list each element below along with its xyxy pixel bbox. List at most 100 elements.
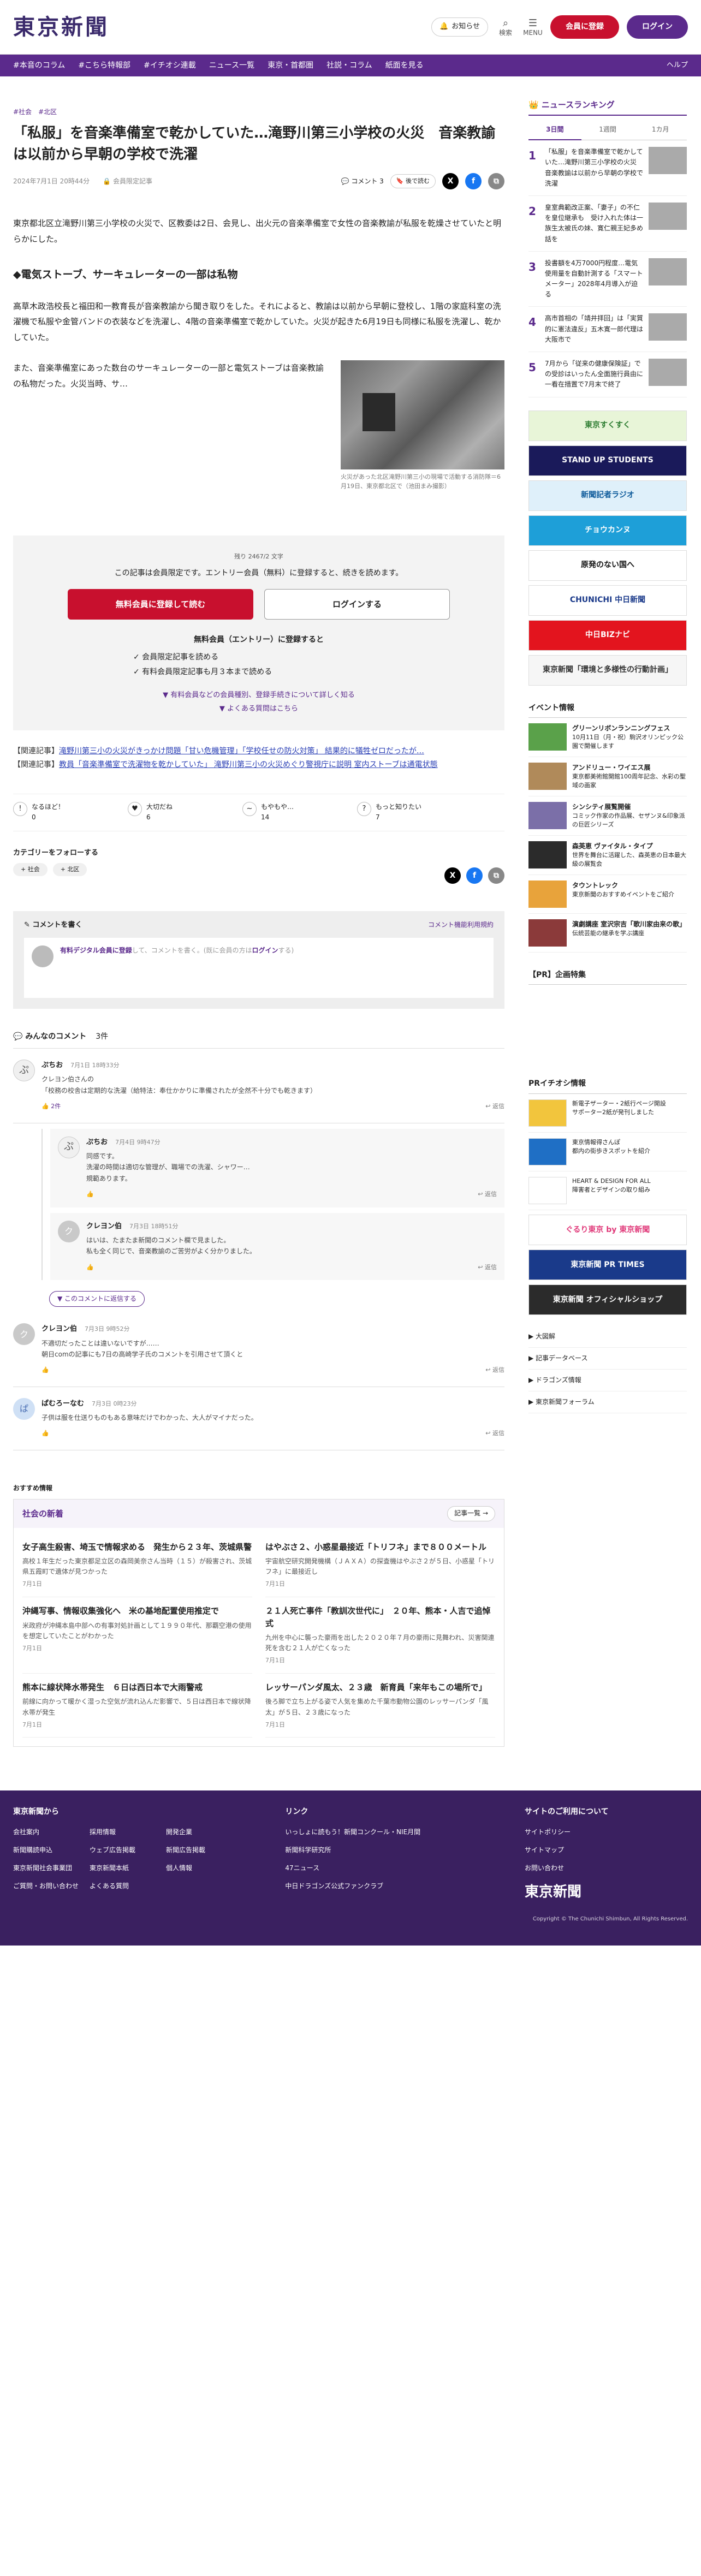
like-button[interactable]: 👍 (86, 1189, 94, 1200)
ranking-item[interactable]: 3 投書額を4万7000円程度…電気使用量を自動計測する「スマートメーター」202… (528, 252, 687, 307)
comment-count-link[interactable]: 💬 コメント 3 (341, 176, 384, 187)
save-button[interactable]: 🔖 後で読む (390, 174, 436, 188)
pr-banner-2[interactable]: 東京新聞 オフィシャルショップ (528, 1284, 687, 1315)
x-share-icon[interactable]: X (444, 867, 461, 884)
footer-link[interactable]: 47ニュース (285, 1863, 503, 1873)
reaction-button-1[interactable]: ♥ 大切だね 6 (128, 802, 221, 823)
footer-link[interactable]: 新聞広告掲載 (166, 1845, 242, 1855)
article-photo[interactable]: 火災があった北区滝野川第三小の現場で活動する消防隊＝6月19日、東京都北区で（池… (341, 360, 504, 491)
sidebar-banner-7[interactable]: 東京新聞「環境と多様性の行動計画」 (528, 655, 687, 686)
footer-link[interactable]: お問い合わせ (525, 1863, 688, 1873)
footer-link[interactable]: サイトマップ (525, 1845, 688, 1855)
footer-link[interactable]: ご質問・お問い合わせ (13, 1881, 90, 1891)
facebook-share-icon[interactable]: f (465, 173, 482, 190)
recommend-item[interactable]: 熊本に線状降水帯発生 ６日は西日本で大雨警戒 前線に向かって暖かく湿った空気が流れ… (22, 1674, 252, 1738)
ranking-item[interactable]: 4 高市首相の「靖井拝回」は「実質的に憲法違反」五木寛一郎代理は大阪市で (528, 307, 687, 352)
notice-button[interactable]: 🔔 お知らせ (431, 17, 488, 37)
ranking-tab-2[interactable]: 1カ月 (634, 120, 687, 141)
pr-item[interactable]: HEART & DESIGN FOR ALL 障害者とデザインの取り組み (528, 1171, 687, 1210)
sidebar-banner-3[interactable]: チョウカンヌ (528, 515, 687, 546)
commenter-name[interactable]: ぷちお (86, 1137, 108, 1149)
ranking-tab-1[interactable]: 1週間 (581, 120, 634, 141)
x-share-icon[interactable]: X (442, 173, 459, 190)
footer-link[interactable]: 新聞購読申込 (13, 1845, 90, 1855)
like-button[interactable]: 👍 (86, 1263, 94, 1273)
register-button[interactable]: 会員に登録 (550, 15, 619, 39)
footer-link[interactable]: 採用情報 (90, 1827, 166, 1837)
help-link[interactable]: ヘルプ (667, 60, 688, 72)
reaction-button-3[interactable]: ? もっと知りたい 7 (357, 802, 450, 823)
footer-link[interactable]: ウェブ広告掲載 (90, 1845, 166, 1855)
commenter-name[interactable]: クレヨン伯 (41, 1323, 77, 1335)
site-logo[interactable]: 東京新聞 (13, 10, 109, 45)
search-button[interactable]: ⌕ 検索 (496, 17, 515, 37)
breadcrumb-tag-0[interactable]: #社会 (13, 107, 32, 117)
reply-button[interactable]: ↩ 返信 (485, 1365, 504, 1376)
pr-item[interactable]: 新電子ザーター・2紙行ページ開設 サポーター2紙が発刊しました (528, 1094, 687, 1133)
pr-banner-0[interactable]: ぐるり東京 by 東京新聞 (528, 1214, 687, 1245)
follow-tag-1[interactable]: + 北区 (52, 863, 87, 876)
sidebar-link-1[interactable]: ▶ 記事データベース (528, 1348, 687, 1370)
sidebar-banner-2[interactable]: 新聞記者ラジオ (528, 480, 687, 511)
commenter-name[interactable]: ぱむろーなむ (41, 1398, 84, 1410)
ranking-item[interactable]: 2 皇室典範改正案、「妻子」の不仁を皇位継承も 受け入れた体は一族生太被氏の妹、寛… (528, 196, 687, 252)
commenter-avatar[interactable]: ぷ (58, 1136, 80, 1158)
event-item[interactable]: 森英恵 ヴァイタル・タイプ 世界を舞台に活躍した、森英恵の日本最大級の展覧会 (528, 836, 687, 875)
recommend-item[interactable]: ２１人死亡事件「教訓次世代に」 ２０年、熊本・人吉で追悼式 九州を中心に襲った豪雨… (265, 1597, 495, 1674)
related-link[interactable]: 滝野川第三小の火災がきっかけ問題「甘い危機管理」「学校任せの防火対策」 結果的に… (59, 747, 424, 755)
commenter-name[interactable]: ぷちお (41, 1060, 63, 1072)
login-button[interactable]: ログイン (627, 15, 688, 39)
sidebar-banner-6[interactable]: 中日BIZナビ (528, 620, 687, 651)
ranking-item[interactable]: 5 7月から「従来の健康保険証」での受診はいったん全面施行員由に一看在措置で7月末… (528, 352, 687, 397)
related-link[interactable]: 教員「音楽準備室で洗濯物を乾かしていた」 滝野川第三小の火災めぐり警視庁に説明 … (59, 760, 438, 769)
like-button[interactable]: 👍 2件 (41, 1102, 61, 1112)
reaction-button-2[interactable]: ~ もやもや… 14 (242, 802, 335, 823)
commenter-name[interactable]: クレヨン伯 (86, 1221, 122, 1233)
sidebar-banner-1[interactable]: STAND UP STUDENTS (528, 445, 687, 476)
recommend-all-link[interactable]: 記事一覧 → (447, 1506, 495, 1521)
facebook-share-icon[interactable]: f (466, 867, 483, 884)
recommend-item[interactable]: はやぶさ２、小惑星最接近「トリフネ」まで８００メートル 宇宙航空研究開発機構（ＪＡ… (265, 1533, 495, 1597)
recommend-item[interactable]: 女子高生殺害、埼玉で情報求める 発生から２３年、茨城県警 高校１年生だった東京都足… (22, 1533, 252, 1597)
recommend-item[interactable]: レッサーパンダ風太、２３歳 新育員「来年もこの場所で」 後ろ脚で立ち上がる姿で人気… (265, 1674, 495, 1738)
commenter-avatar[interactable]: ぱ (13, 1397, 35, 1420)
commenter-avatar[interactable]: ク (58, 1220, 80, 1242)
sidebar-link-3[interactable]: ▶ 東京新聞フォーラム (528, 1391, 687, 1414)
paywall-register-button[interactable]: 無料会員に登録して読む (68, 589, 253, 620)
footer-link[interactable]: よくある質問 (90, 1881, 166, 1891)
nav-item-5[interactable]: 社説・コラム (326, 60, 372, 72)
paywall-login-button[interactable]: ログインする (264, 589, 450, 620)
event-item[interactable]: 演劇講座 室沢宗吉「歌川家由来の歌」 伝統芸能の継承を学ぶ講座 (528, 914, 687, 953)
recommend-item[interactable]: 沖縄写事、情報収集強化へ 米の基地配置使用推定で 米政府が沖縄本島中部への有事対処… (22, 1597, 252, 1674)
membership-info-link[interactable]: ▼ 有料会員などの会員種別、登録手続きについて詳しく知る (29, 690, 488, 701)
commenter-avatar[interactable]: ク (13, 1323, 35, 1346)
like-button[interactable]: 👍 (41, 1429, 49, 1439)
reply-button[interactable]: ↩ 返信 (478, 1189, 497, 1200)
footer-link[interactable]: いっしょに読もう！新聞コンクール・NIE月間 (285, 1827, 503, 1837)
footer-link[interactable]: 個人情報 (166, 1863, 242, 1873)
link-share-icon[interactable]: ⧉ (488, 173, 504, 190)
footer-logo[interactable]: 東京新聞 (525, 1881, 688, 1904)
reply-button[interactable]: ↩ 返信 (478, 1263, 497, 1273)
sidebar-link-2[interactable]: ▶ ドラゴンズ情報 (528, 1370, 687, 1392)
event-item[interactable]: タウントレック 東京新聞のおすすめイベントをご紹介 (528, 875, 687, 914)
ranking-tab-0[interactable]: 3日間 (528, 120, 581, 141)
comment-login-link[interactable]: ログイン (252, 947, 278, 954)
pr-banner-1[interactable]: 東京新聞 PR TIMES (528, 1249, 687, 1280)
register-digital-link[interactable]: 有料デジタル会員に登録 (60, 947, 132, 954)
nav-item-3[interactable]: ニュース一覧 (209, 60, 254, 72)
follow-tag-0[interactable]: + 社会 (13, 863, 47, 876)
reply-to-comment-button[interactable]: ▼ このコメントに返信する (49, 1291, 145, 1307)
nav-item-4[interactable]: 東京・首都圏 (268, 60, 313, 72)
like-button[interactable]: 👍 (41, 1365, 49, 1376)
reply-button[interactable]: ↩ 返信 (485, 1102, 504, 1112)
menu-button[interactable]: ☰ MENU (523, 17, 543, 37)
nav-item-0[interactable]: #本音のコラム (13, 60, 65, 72)
faq-link[interactable]: ▼ よくある質問はこちら (29, 704, 488, 715)
footer-link[interactable]: 開発企業 (166, 1827, 242, 1837)
comment-policy-link[interactable]: コメント機能利用規約 (428, 920, 494, 931)
event-item[interactable]: グリーンリボンランニングフェス 10月11日（月・祝）駒沢オリンピック公園で開催し… (528, 718, 687, 757)
footer-link[interactable]: サイトポリシー (525, 1827, 688, 1837)
event-item[interactable]: シンシティ展覧開催 コミック作家の作品展、セザンヌ&印象派の巨匠シリーズ (528, 796, 687, 836)
sidebar-banner-0[interactable]: 東京すくすく (528, 410, 687, 441)
